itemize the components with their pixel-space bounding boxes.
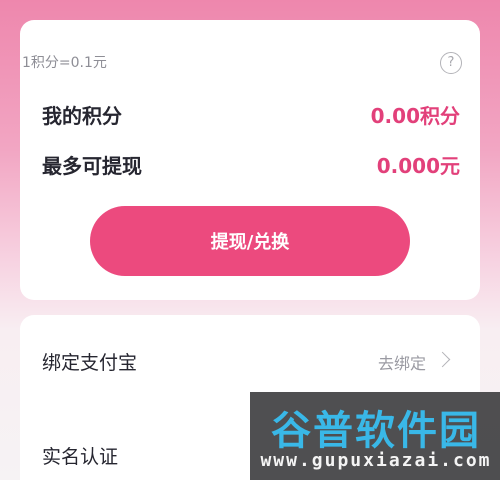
watermark-logo: 谷普软件园	[271, 408, 481, 454]
points-rate-text: 1积分=0.1元	[22, 55, 107, 71]
my-points-value: 0.00积分	[370, 104, 460, 128]
watermark-url: www.gupuxiazai.com	[260, 450, 492, 471]
bind-alipay-action[interactable]: 去绑定	[378, 350, 426, 374]
realname-verification-label[interactable]: 实名认证	[42, 442, 118, 469]
max-withdraw-value: 0.000元	[376, 154, 460, 178]
watermark-overlay: 谷普软件园 www.gupuxiazai.com	[250, 392, 500, 480]
withdraw-exchange-button[interactable]: 提现/兑换	[90, 206, 410, 276]
bind-alipay-label[interactable]: 绑定支付宝	[42, 348, 137, 375]
my-points-label: 我的积分	[42, 104, 122, 128]
max-withdraw-label: 最多可提现	[42, 154, 142, 178]
help-icon[interactable]: ?	[440, 52, 462, 74]
